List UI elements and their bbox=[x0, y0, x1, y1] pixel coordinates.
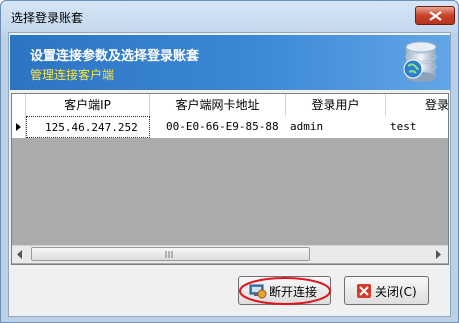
window-title: 选择登录账套 bbox=[11, 11, 84, 25]
scroll-thumb[interactable] bbox=[31, 247, 310, 261]
disconnect-button[interactable]: 断开连接 bbox=[238, 276, 331, 305]
column-header-mac-address[interactable]: 客户端网卡地址 bbox=[150, 94, 286, 116]
cell-client-ip[interactable]: 125.46.247.252 bbox=[26, 116, 150, 138]
column-header-client-ip[interactable]: 客户端IP bbox=[26, 94, 150, 116]
scroll-right-button[interactable] bbox=[431, 246, 448, 263]
horizontal-scrollbar[interactable] bbox=[12, 245, 448, 263]
cell-login-account[interactable]: test bbox=[386, 116, 448, 138]
header-corner bbox=[12, 94, 26, 116]
table-header: 客户端IP 客户端网卡地址 登录用户 登录 bbox=[12, 94, 448, 117]
close-button-label: 关闭(C) bbox=[375, 285, 417, 299]
dialog-body: 设置连接参数及选择登录账套 管理连接客户端 客户端IP 客户端网卡地址 登录用户… bbox=[8, 32, 451, 317]
close-x-icon bbox=[357, 284, 371, 298]
disconnect-icon bbox=[249, 284, 267, 299]
row-pointer-icon bbox=[16, 123, 21, 131]
row-header[interactable] bbox=[12, 116, 26, 138]
chevron-left-icon bbox=[17, 250, 22, 259]
cell-mac-address[interactable]: 00-E0-66-E9-85-88 bbox=[150, 116, 286, 138]
disconnect-button-label: 断开连接 bbox=[269, 285, 318, 299]
scroll-left-button[interactable] bbox=[12, 246, 29, 263]
column-header-login-user[interactable]: 登录用户 bbox=[286, 94, 386, 116]
column-header-login-account[interactable]: 登录 bbox=[386, 94, 448, 116]
session-table[interactable]: 客户端IP 客户端网卡地址 登录用户 登录 125.46.247.252 00-… bbox=[11, 93, 449, 265]
chevron-right-icon bbox=[436, 250, 441, 259]
banner-subtitle: 管理连接客户端 bbox=[30, 68, 115, 82]
grip-icon bbox=[165, 251, 173, 258]
window-close-button[interactable] bbox=[415, 6, 455, 25]
title-bar: 选择登录账套 bbox=[1, 1, 458, 33]
banner-title: 设置连接参数及选择登录账套 bbox=[30, 49, 200, 64]
database-icon bbox=[403, 41, 437, 82]
close-button[interactable]: 关闭(C) bbox=[344, 276, 429, 305]
close-icon bbox=[429, 11, 442, 21]
table-row[interactable]: 125.46.247.252 00-E0-66-E9-85-88 admin t… bbox=[12, 116, 448, 138]
dialog-window: 选择登录账套 设置连接参数及选择登录账套 管理连接客户端 客户端IP 客户端网卡… bbox=[0, 0, 459, 323]
header-banner: 设置连接参数及选择登录账套 管理连接客户端 bbox=[10, 35, 450, 90]
cell-login-user[interactable]: admin bbox=[286, 116, 386, 138]
